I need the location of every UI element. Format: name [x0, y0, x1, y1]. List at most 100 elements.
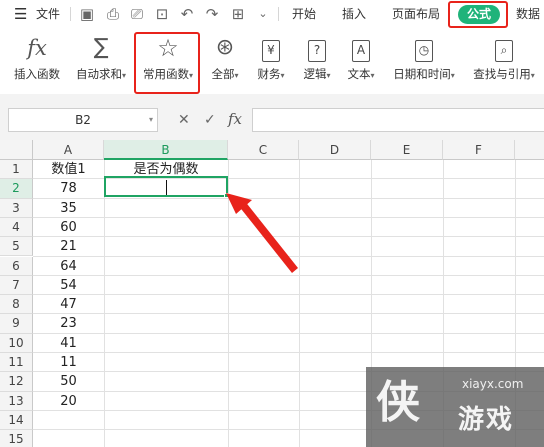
- cell-a14[interactable]: [33, 411, 104, 430]
- button-label: 日期和时间: [393, 67, 451, 81]
- fx-icon[interactable]: fx: [228, 110, 242, 128]
- format-painter-icon[interactable]: ⊞: [229, 5, 247, 23]
- row-header[interactable]: 6: [0, 256, 33, 276]
- chevron-down-icon: ▾: [530, 71, 535, 80]
- lookup-reference-button[interactable]: ⌕ 查找与引用▾: [468, 34, 540, 90]
- chevron-down-icon[interactable]: ⌄: [254, 5, 272, 23]
- gridline: [33, 197, 544, 199]
- cell-a8[interactable]: 47: [33, 295, 104, 314]
- gridline: [33, 255, 544, 257]
- row-header[interactable]: 8: [0, 295, 33, 315]
- column-header-c[interactable]: C: [228, 140, 299, 160]
- print-preview-icon[interactable]: ⊡: [153, 5, 171, 23]
- gridline: [104, 160, 105, 447]
- name-box[interactable]: B2 ▾: [8, 108, 158, 132]
- formula-ribbon: fx 插入函数 ∑ 自动求和▾ ☆ 常用函数▾ ⊛ 全部▾ ¥ 财务▾ ? 逻辑…: [0, 28, 544, 94]
- column-header-d[interactable]: D: [299, 140, 371, 160]
- file-menu[interactable]: 文件: [36, 0, 60, 28]
- cell-a10[interactable]: 41: [33, 334, 104, 353]
- cell-a7[interactable]: 54: [33, 276, 104, 295]
- cell-a9[interactable]: 23: [33, 314, 104, 333]
- gridline: [33, 216, 544, 218]
- tab-insert[interactable]: 插入: [342, 0, 366, 28]
- row-header[interactable]: 9: [0, 314, 33, 334]
- fx-icon: fx: [27, 36, 47, 60]
- button-label: 逻辑: [303, 67, 327, 81]
- chevron-down-icon: ▾: [450, 71, 455, 80]
- cell-a5[interactable]: 21: [33, 237, 104, 256]
- tab-formulas[interactable]: 公式: [458, 5, 500, 24]
- logical-button[interactable]: ? 逻辑▾: [298, 34, 336, 90]
- menu-icon[interactable]: ☰: [14, 0, 27, 28]
- save-icon[interactable]: ▣: [78, 5, 96, 23]
- common-functions-button[interactable]: ☆ 常用函数▾: [138, 34, 198, 90]
- yen-book-icon: ¥: [262, 40, 280, 62]
- button-label: 插入函数: [14, 67, 60, 81]
- fill-handle[interactable]: [224, 193, 229, 198]
- row-header[interactable]: 5: [0, 237, 33, 257]
- watermark-url: xiayx.com: [462, 377, 524, 391]
- cell-a2[interactable]: 78: [33, 179, 104, 198]
- cell-a13[interactable]: 20: [33, 392, 104, 411]
- divider: [278, 7, 279, 21]
- text-cursor: [166, 180, 167, 195]
- button-label: 文本: [347, 67, 371, 81]
- row-header[interactable]: 7: [0, 275, 33, 296]
- financial-button[interactable]: ¥ 财务▾: [252, 34, 290, 90]
- column-header-f[interactable]: F: [443, 140, 515, 160]
- button-label: 常用函数: [142, 67, 189, 81]
- column-header-b[interactable]: B: [104, 140, 228, 160]
- all-functions-button[interactable]: ⊛ 全部▾: [206, 34, 244, 90]
- gridline: [33, 236, 544, 238]
- tab-page-layout[interactable]: 页面布局: [392, 0, 440, 28]
- redo-icon[interactable]: ↷: [203, 5, 221, 23]
- cell-a11[interactable]: 11: [33, 353, 104, 372]
- row-header[interactable]: 13: [0, 391, 33, 411]
- button-label: 财务: [257, 67, 281, 81]
- tab-data[interactable]: 数据: [516, 0, 540, 28]
- cell-a15[interactable]: [33, 430, 104, 447]
- autosum-button[interactable]: ∑ 自动求和▾: [70, 34, 132, 90]
- date-time-button[interactable]: ◷ 日期和时间▾: [388, 34, 460, 90]
- export-pdf-icon[interactable]: ⎙: [104, 5, 122, 23]
- chevron-down-icon[interactable]: ▾: [149, 109, 153, 131]
- chevron-down-icon: ▾: [326, 71, 331, 80]
- column-header-a[interactable]: A: [33, 140, 104, 160]
- print-icon[interactable]: ⎚: [128, 5, 146, 23]
- text-button[interactable]: A 文本▾: [342, 34, 380, 90]
- select-all-corner[interactable]: [0, 140, 33, 160]
- row-header[interactable]: 3: [0, 198, 33, 218]
- confirm-icon[interactable]: ✓: [204, 111, 216, 129]
- row-header[interactable]: 1: [0, 160, 33, 180]
- row-header[interactable]: 4: [0, 217, 33, 238]
- chevron-down-icon: ▾: [188, 71, 193, 80]
- row-header[interactable]: 14: [0, 410, 33, 431]
- insert-function-button[interactable]: fx 插入函数: [8, 34, 66, 90]
- gridline: [299, 160, 300, 447]
- row-header[interactable]: 12: [0, 372, 33, 392]
- watermark-name: 游戏: [458, 405, 515, 435]
- formula-input[interactable]: [252, 108, 544, 132]
- clock-book-icon: ◷: [415, 40, 433, 62]
- cell-a1[interactable]: 数值1: [33, 160, 104, 179]
- chevron-down-icon: ▾: [280, 71, 285, 80]
- gridline: [33, 274, 544, 276]
- cell-a6[interactable]: 64: [33, 257, 104, 276]
- column-header-g[interactable]: [515, 140, 544, 160]
- button-label: 自动求和: [75, 67, 122, 81]
- undo-icon[interactable]: ↶: [178, 5, 196, 23]
- gridline: [33, 352, 544, 353]
- asterisk-circle-icon: ⊛: [215, 35, 235, 60]
- row-header[interactable]: 15: [0, 430, 33, 447]
- cell-a3[interactable]: 35: [33, 199, 104, 218]
- tab-home[interactable]: 开始: [292, 0, 316, 28]
- row-header[interactable]: 2: [0, 179, 33, 199]
- cell-a12[interactable]: 50: [33, 372, 104, 391]
- cancel-icon[interactable]: ✕: [178, 111, 190, 129]
- row-header[interactable]: 11: [0, 353, 33, 373]
- row-header[interactable]: 10: [0, 333, 33, 353]
- chevron-down-icon: ▾: [121, 71, 126, 80]
- gridline: [33, 313, 544, 315]
- cell-a4[interactable]: 60: [33, 218, 104, 237]
- column-header-e[interactable]: E: [371, 140, 443, 160]
